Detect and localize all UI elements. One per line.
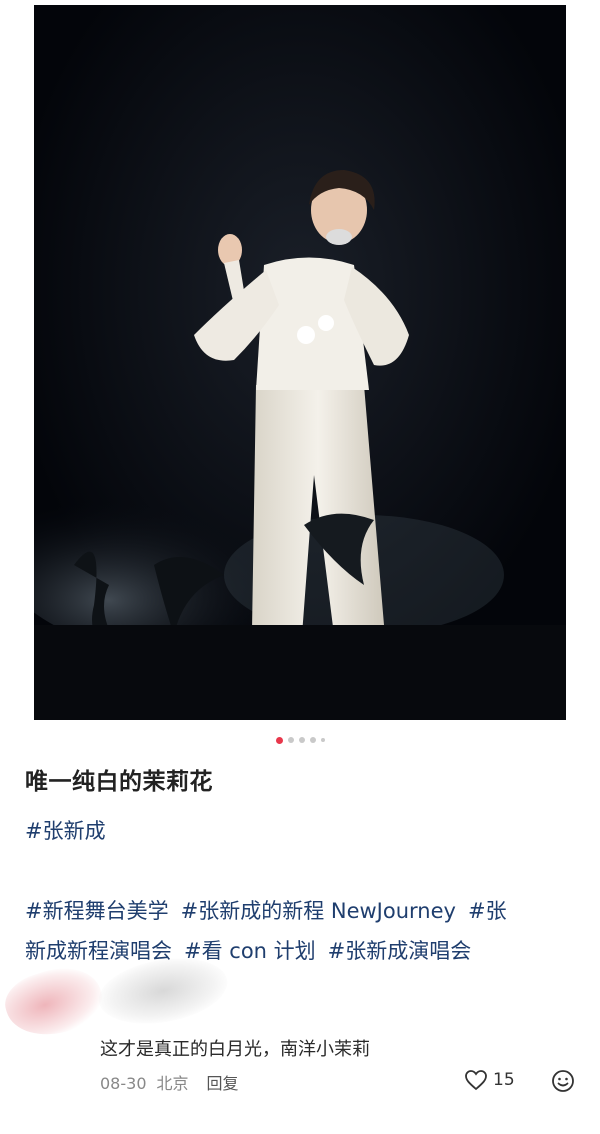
comment-location: 北京 [156,1074,189,1093]
carousel-indicator[interactable] [0,735,600,745]
blurred-username [93,949,233,1033]
post-title: 唯一纯白的茉莉花 [25,769,213,795]
carousel-dot-1[interactable] [275,736,283,744]
heart-outline-icon [465,1070,487,1091]
like-button[interactable]: 15 [464,1069,515,1091]
blurred-avatar[interactable] [0,956,110,1048]
primary-tag-line: #张新成 [25,815,118,845]
performer-photo [34,5,566,720]
hashtag-link[interactable]: #张新成 [25,819,106,843]
hashtag-link[interactable]: #张 [468,899,507,923]
like-count: 15 [493,1070,515,1090]
reply-button[interactable]: 回复 [207,1074,239,1093]
comment-date: 08-30 [100,1074,147,1093]
emoji-reaction-button[interactable] [551,1069,575,1093]
hashtag-link[interactable]: #张新成的新程 NewJourney [181,899,456,923]
smiley-icon [552,1070,574,1092]
carousel-dot-2[interactable] [287,737,294,743]
post-photo[interactable] [34,5,566,720]
carousel-dot-3[interactable] [298,737,305,743]
carousel-dot-4[interactable] [309,737,316,743]
comment-text: 这才是真正的白月光，南洋小茉莉 [100,1039,370,1060]
carousel-dot-5[interactable] [320,738,325,742]
comment-item: 这才是真正的白月光，南洋小茉莉 08-30 北京 回复 15 [0,949,600,1134]
comment-meta: 08-30 北京 回复 [100,1070,249,1094]
tags-line-1: #新程舞台美学 #张新成的新程 NewJourney #张 [25,895,519,925]
hashtag-link[interactable]: #新程舞台美学 [25,899,169,923]
